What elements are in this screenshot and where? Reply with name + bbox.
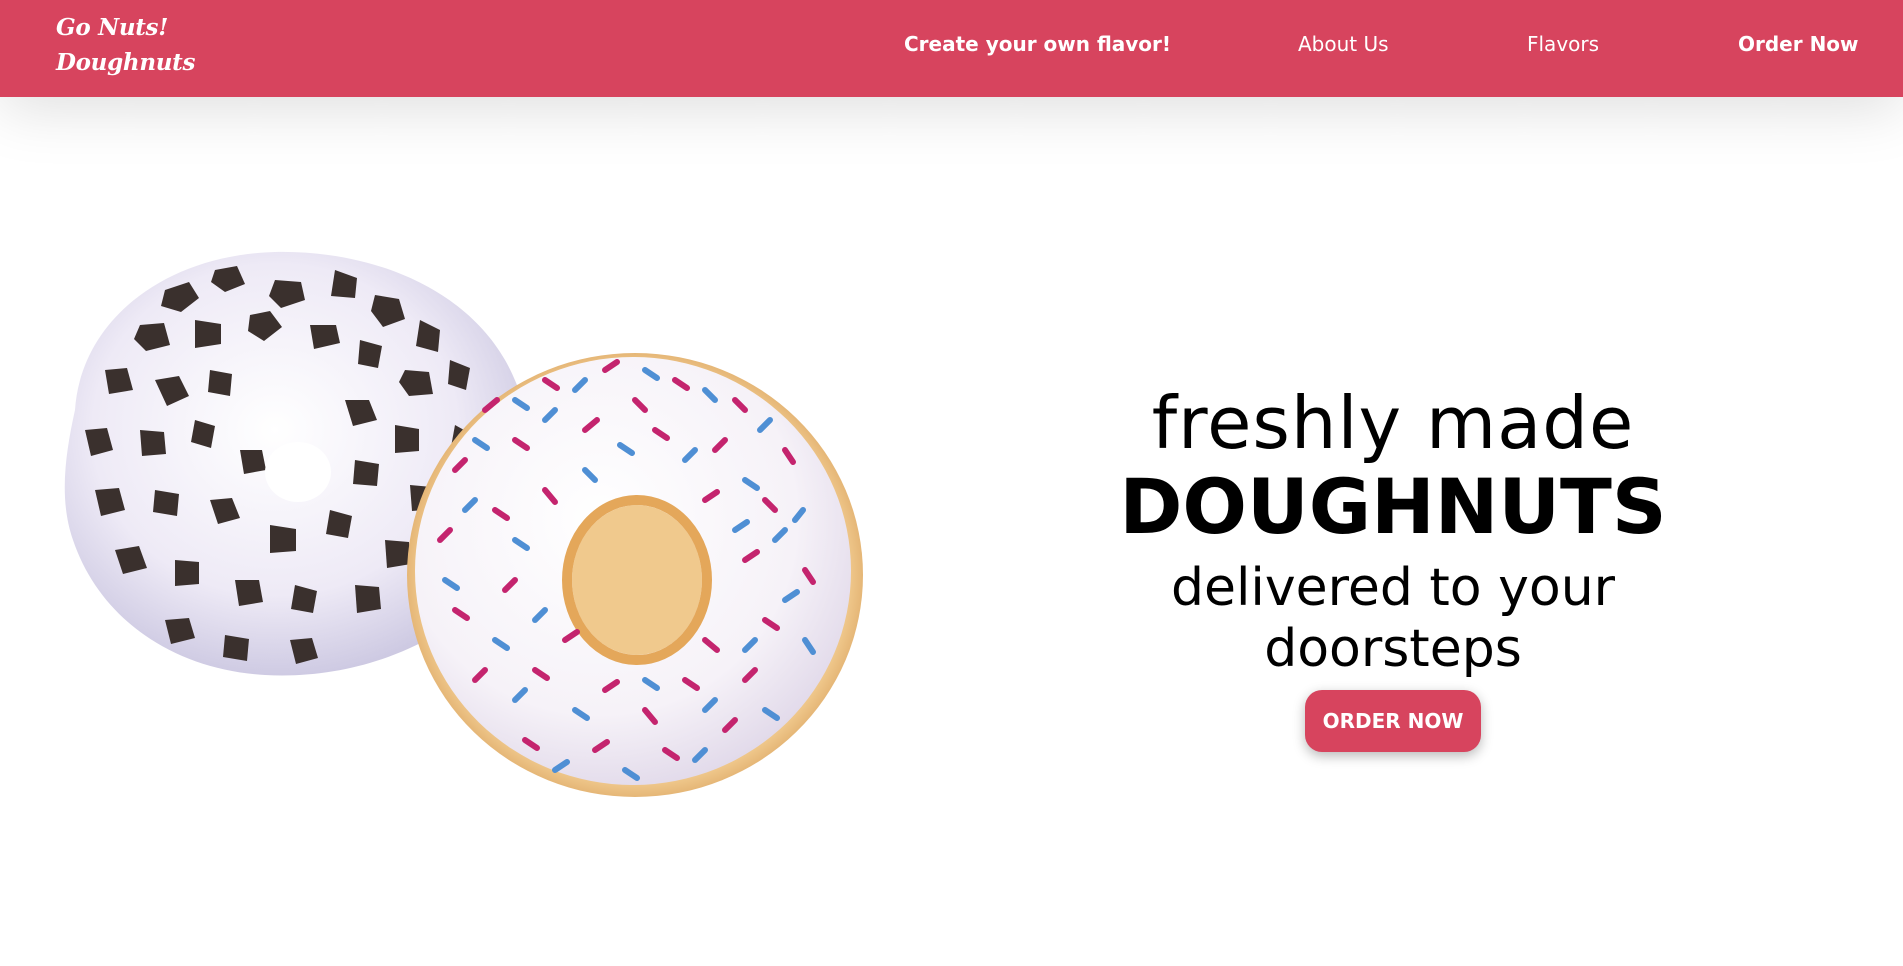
sprinkle-doughnut-icon: [407, 353, 863, 797]
hero-headline-line-1: freshly made: [1151, 381, 1635, 465]
doughnuts-image: [64, 251, 863, 797]
nav-order-now-link[interactable]: Order Now: [1738, 30, 1859, 58]
nav-flavors-link[interactable]: Flavors: [1527, 30, 1599, 58]
nav-about-us-link[interactable]: About Us: [1298, 30, 1389, 58]
brand-logo[interactable]: Go Nuts! Doughnuts: [56, 10, 195, 80]
logo-line-1: Go Nuts!: [56, 14, 169, 41]
order-now-button[interactable]: ORDER NOW: [1304, 690, 1482, 752]
hero-headline-line-2: DOUGHNUTS: [1119, 462, 1667, 551]
hero-section: freshly made DOUGHNUTS delivered to your…: [1093, 380, 1693, 752]
logo-line-2: Doughnuts: [56, 49, 196, 76]
hero-subheadline: delivered to your doorsteps: [1170, 558, 1616, 679]
top-navigation-bar: Go Nuts! Doughnuts Create your own flavo…: [0, 0, 1903, 97]
landing-page: Go Nuts! Doughnuts Create your own flavo…: [0, 0, 1903, 966]
nav-create-flavor-link[interactable]: Create your own flavor!: [904, 30, 1171, 58]
